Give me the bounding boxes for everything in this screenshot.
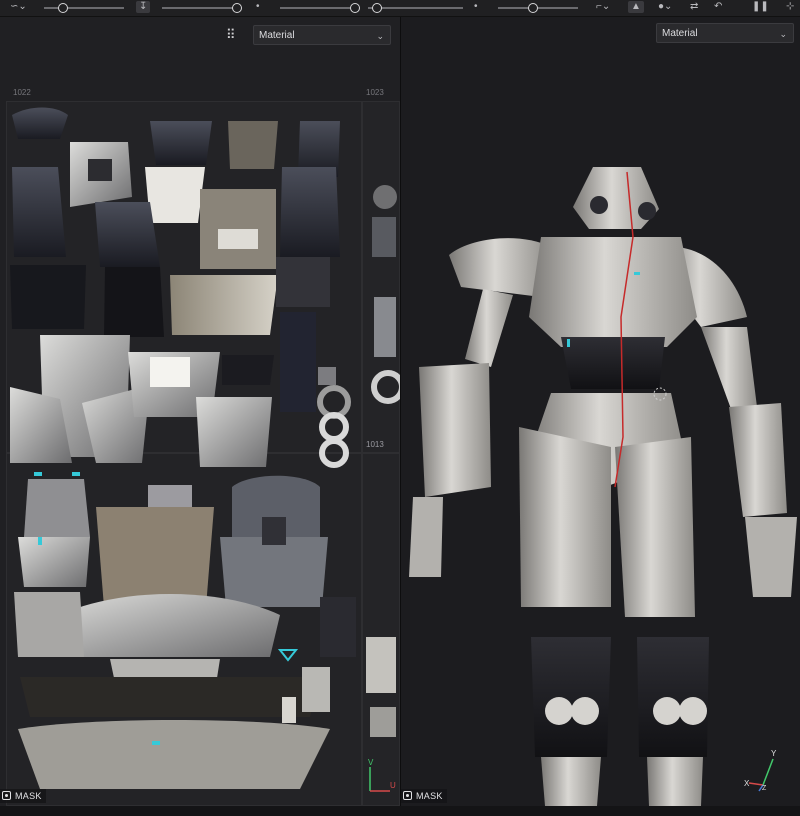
robot-model[interactable] [401, 17, 800, 806]
viewport-mask-label: MASK [416, 791, 443, 801]
opacity-slider-knob[interactable] [350, 3, 360, 13]
axis-x-label: X [744, 779, 750, 788]
size-slider[interactable] [44, 3, 124, 13]
undo-icon[interactable]: ↶ [714, 1, 722, 13]
mask-icon [2, 791, 11, 800]
angle-slider[interactable] [498, 3, 578, 13]
swap-icon[interactable]: ⇄ [690, 1, 698, 13]
status-strip [0, 806, 800, 816]
axis-y-label: Y [771, 749, 777, 758]
transform-icon[interactable]: ▲ [628, 1, 644, 13]
angle-slider-knob[interactable] [528, 3, 538, 13]
uv-islands [10, 107, 400, 789]
settings-icon[interactable]: ⊹ [786, 1, 794, 13]
top-toolbar: ∽⌄ ↧ • • ⌐⌄ ▲ ●⌄ ⇄ ↶ ❚❚ ⊹ [0, 0, 800, 17]
mask-icon [403, 791, 412, 800]
flow-slider-knob[interactable] [232, 3, 242, 13]
spacing-slider-knob[interactable] [372, 3, 382, 13]
axis-u-label: U [390, 781, 396, 790]
opacity-slider[interactable] [280, 3, 360, 13]
pause-icon[interactable]: ❚❚ [752, 1, 769, 13]
symmetry-icon[interactable]: ↧ [136, 1, 151, 13]
uv-mask-toggle[interactable]: MASK [0, 789, 46, 803]
uv-editor-panel: ⠿ Material ⌄ 1022 1023 1012 1013 [0, 17, 401, 806]
brush-icon[interactable]: ∽⌄ [10, 1, 27, 13]
axis-z-label: Z [762, 785, 767, 792]
size-slider-knob[interactable] [58, 3, 68, 13]
camera-icon[interactable]: • [474, 1, 478, 13]
spacing-slider[interactable] [368, 3, 463, 13]
stroke-icon[interactable]: ⌐⌄ [596, 1, 610, 13]
paint-icon[interactable]: ●⌄ [658, 1, 672, 13]
light-icon[interactable]: • [256, 1, 260, 13]
viewport-panel[interactable]: Material ⌄ Y X Z MASK [401, 17, 800, 806]
flow-slider[interactable] [162, 3, 242, 13]
axis-v-label: V [368, 758, 374, 767]
uv-mask-label: MASK [15, 791, 42, 801]
viewport-mask-toggle[interactable]: MASK [401, 789, 447, 803]
